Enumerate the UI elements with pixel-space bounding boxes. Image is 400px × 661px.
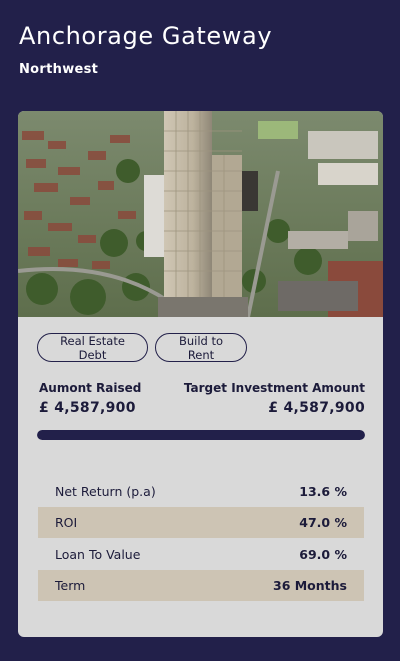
amount-raised-value: £ 4,587,900 (39, 400, 136, 416)
location-subtitle: Northwest (19, 62, 99, 77)
metric-label: ROI (55, 515, 78, 530)
metric-value: 13.6 % (299, 484, 347, 499)
tag-real-estate-debt[interactable]: Real Estate Debt (37, 333, 148, 362)
metric-value: 36 Months (273, 578, 347, 593)
funding-progress-bar (37, 430, 365, 440)
investment-card[interactable]: Real Estate Debt Build to Rent Aumont Ra… (18, 111, 383, 637)
metric-label: Net Return (p.a) (55, 484, 156, 499)
tag-build-to-rent[interactable]: Build to Rent (155, 333, 247, 362)
metric-row-term: Term 36 Months (38, 570, 364, 601)
amount-raised-label: Aumont Raised (39, 381, 142, 395)
property-aerial-photo (18, 111, 383, 317)
funding-progress-fill (37, 430, 365, 440)
metric-label: Term (55, 578, 86, 593)
metric-row-roi: ROI 47.0 % (38, 507, 364, 538)
target-amount-value: £ 4,587,900 (268, 400, 365, 416)
page-title: Anchorage Gateway (19, 22, 273, 50)
metric-value: 47.0 % (299, 515, 347, 530)
metric-value: 69.0 % (299, 547, 347, 562)
metric-row-loan-to-value: Loan To Value 69.0 % (38, 539, 364, 570)
metric-label: Loan To Value (55, 547, 141, 562)
metric-row-net-return: Net Return (p.a) 13.6 % (38, 476, 364, 507)
target-amount-label: Target Investment Amount (183, 381, 365, 395)
